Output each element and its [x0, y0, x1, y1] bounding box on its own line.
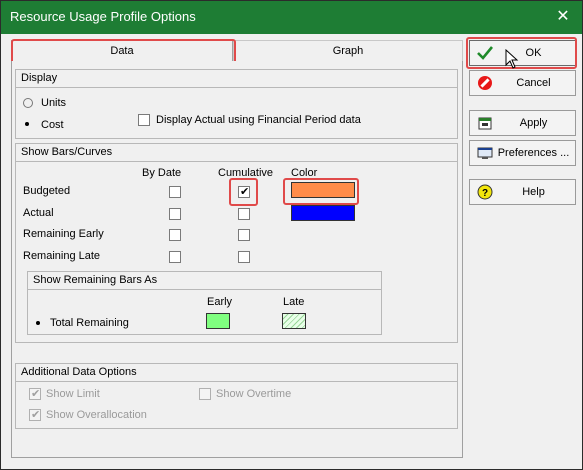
- total-remaining-label: Total Remaining: [50, 317, 129, 329]
- budgeted-color-swatch[interactable]: [291, 182, 355, 198]
- tab-strip: Data Graph: [11, 40, 463, 62]
- bars-curves-header: Show Bars/Curves: [16, 144, 457, 162]
- show-limit-checkbox[interactable]: [29, 387, 41, 400]
- financial-period-label: Display Actual using Financial Period da…: [156, 114, 361, 126]
- show-overallocation-label: Show Overallocation: [46, 409, 147, 421]
- total-remaining-radio[interactable]: [34, 319, 44, 329]
- ok-button[interactable]: OK: [469, 40, 576, 66]
- show-limit-label: Show Limit: [46, 388, 100, 400]
- mouse-pointer-icon: [505, 49, 519, 69]
- row-label-remaining-early: Remaining Early: [23, 228, 104, 240]
- apply-button[interactable]: Apply: [469, 110, 576, 136]
- actual-color-swatch[interactable]: [291, 205, 355, 221]
- bars-curves-group: Show Bars/Curves By Date Cumulative Colo…: [15, 143, 458, 343]
- remaining-early-by-date-checkbox[interactable]: [169, 229, 181, 241]
- actual-by-date-checkbox[interactable]: [169, 208, 181, 220]
- display-group: Display Units Cost Display Actual using …: [15, 69, 458, 139]
- remaining-bars-header: Show Remaining Bars As: [28, 272, 381, 290]
- cancel-icon: [478, 76, 492, 90]
- budgeted-by-date-checkbox[interactable]: [169, 186, 181, 198]
- remaining-late-by-date-checkbox[interactable]: [169, 251, 181, 263]
- additional-options-header: Additional Data Options: [16, 364, 457, 382]
- row-label-remaining-late: Remaining Late: [23, 250, 101, 262]
- show-overallocation-checkbox[interactable]: [29, 408, 41, 421]
- early-column-header: Early: [207, 296, 233, 308]
- color-column-header: Color: [291, 167, 318, 179]
- cost-label: Cost: [41, 119, 64, 131]
- dialog-window: Resource Usage Profile Options ✕ Data Gr…: [0, 0, 583, 470]
- remaining-bars-group: Show Remaining Bars As Early Late Total …: [27, 271, 382, 335]
- apply-icon: [478, 117, 492, 130]
- checkmark-icon: [477, 46, 493, 60]
- row-label-budgeted: Budgeted: [23, 185, 71, 197]
- tab-graph-label: Graph: [332, 45, 364, 57]
- svg-text:?: ?: [482, 188, 488, 199]
- display-group-header: Display: [16, 70, 457, 88]
- title-bar[interactable]: Resource Usage Profile Options ✕: [1, 1, 582, 34]
- window-title: Resource Usage Profile Options: [10, 9, 196, 24]
- close-icon[interactable]: ✕: [550, 5, 576, 29]
- preferences-icon: [477, 147, 493, 159]
- remaining-late-color-swatch[interactable]: [282, 313, 306, 329]
- cancel-button-label: Cancel: [516, 77, 551, 89]
- cost-radio[interactable]: [23, 120, 33, 130]
- row-label-actual: Actual: [23, 207, 54, 219]
- units-radio[interactable]: [23, 98, 33, 108]
- additional-options-group: Additional Data Options Show Limit Show …: [15, 363, 458, 429]
- help-button[interactable]: ? Help: [469, 179, 576, 205]
- remaining-early-color-swatch[interactable]: [206, 313, 230, 329]
- show-overtime-label: Show Overtime: [216, 388, 292, 400]
- financial-period-checkbox[interactable]: [138, 114, 150, 126]
- cumulative-column-header: Cumulative: [218, 167, 274, 179]
- cancel-button[interactable]: Cancel: [469, 70, 576, 96]
- show-overtime-checkbox[interactable]: [199, 388, 211, 400]
- data-tab-panel: Display Units Cost Display Actual using …: [11, 61, 463, 458]
- help-icon: ?: [477, 184, 493, 200]
- tab-data[interactable]: Data: [11, 40, 233, 62]
- actual-cumulative-checkbox[interactable]: [238, 208, 250, 220]
- remaining-late-cumulative-checkbox[interactable]: [238, 251, 250, 263]
- preferences-button-label: Preferences ...: [497, 147, 570, 159]
- budgeted-cumulative-checkbox[interactable]: [238, 185, 250, 198]
- units-label: Units: [41, 97, 67, 109]
- tab-graph[interactable]: Graph: [233, 40, 463, 62]
- apply-button-label: Apply: [519, 117, 548, 129]
- tab-data-label: Data: [110, 45, 134, 57]
- help-button-label: Help: [522, 186, 545, 198]
- late-column-header: Late: [283, 296, 305, 308]
- remaining-early-cumulative-checkbox[interactable]: [238, 229, 250, 241]
- preferences-button[interactable]: Preferences ...: [469, 140, 576, 166]
- by-date-column-header: By Date: [142, 167, 182, 179]
